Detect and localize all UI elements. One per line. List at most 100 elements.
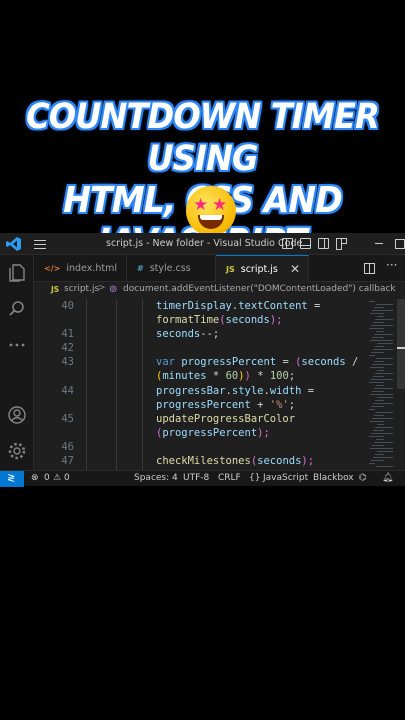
js-file-icon: JS bbox=[51, 285, 60, 294]
language-mode-status[interactable]: JavaScript bbox=[263, 473, 308, 483]
code-line[interactable]: formatTime(seconds); bbox=[156, 314, 282, 326]
minimap-line bbox=[370, 448, 393, 449]
indentation-status[interactable]: Spaces: 4 bbox=[134, 473, 178, 483]
blackbox-extension-status[interactable]: Blackbox bbox=[313, 473, 354, 483]
breadcrumb: JS script.js > ⊚ document.addEventListen… bbox=[34, 282, 405, 299]
more-views-icon[interactable] bbox=[7, 335, 27, 355]
code-token: ); bbox=[269, 314, 283, 326]
toggle-primary-sidebar-icon[interactable] bbox=[282, 238, 293, 249]
code-line[interactable]: updateProgressBarColor bbox=[156, 413, 295, 425]
star-struck-emoji-icon: ★ ★ bbox=[186, 186, 236, 236]
error-count[interactable]: 0 bbox=[44, 473, 50, 483]
search-icon[interactable] bbox=[7, 299, 27, 319]
settings-gear-icon[interactable] bbox=[7, 441, 27, 461]
customize-layout-icon[interactable] bbox=[336, 238, 347, 250]
code-line[interactable]: seconds--; bbox=[156, 328, 219, 340]
minimap-line bbox=[376, 385, 384, 386]
minimap-line bbox=[377, 316, 384, 317]
code-line[interactable]: progressBar.style.width = bbox=[156, 385, 314, 397]
code-line[interactable]: progressPercent + '%'; bbox=[156, 399, 295, 411]
code-token: progressPercent bbox=[162, 427, 258, 439]
minimap-line bbox=[369, 328, 384, 329]
tab-label: style.css bbox=[149, 263, 191, 274]
maximize-window-icon[interactable] bbox=[395, 239, 405, 249]
code-line[interactable]: (minutes * 60)) * 100; bbox=[156, 370, 295, 382]
minimap-line bbox=[371, 352, 384, 353]
code-line[interactable]: checkMilestones(seconds); bbox=[156, 455, 314, 467]
tab-label: script.js bbox=[240, 263, 278, 275]
breadcrumb-symbol[interactable]: document.addEventListener("DOMContentLoa… bbox=[123, 284, 396, 294]
code-token: seconds bbox=[225, 314, 270, 326]
warning-count[interactable]: 0 bbox=[64, 473, 70, 483]
code-token: '%' bbox=[269, 399, 289, 411]
minimap-line bbox=[376, 331, 384, 332]
code-token: = bbox=[307, 300, 321, 312]
minimap-line bbox=[372, 337, 384, 338]
code-line[interactable]: (progressPercent); bbox=[156, 427, 270, 439]
code-editor[interactable]: 40 41 42 43 44 45 46 47 timerDisplay.textConten… bbox=[34, 299, 405, 470]
minimap-line bbox=[375, 454, 384, 455]
copilot-icon[interactable]: ⌬ bbox=[359, 473, 367, 483]
minimap-line bbox=[374, 334, 393, 335]
code-token: * bbox=[206, 370, 226, 382]
chevron-right-icon: > bbox=[98, 283, 106, 293]
line-number: 43 bbox=[61, 356, 74, 368]
minimap-line bbox=[372, 418, 393, 419]
account-icon[interactable] bbox=[7, 405, 27, 425]
indent-guide bbox=[142, 299, 143, 470]
code-token: style bbox=[231, 385, 264, 397]
activity-bar bbox=[0, 255, 34, 470]
vertical-scrollbar[interactable] bbox=[397, 299, 405, 389]
minimap-line bbox=[369, 409, 375, 410]
error-icon[interactable]: ⊗ bbox=[31, 473, 39, 483]
star-eye-right-icon: ★ bbox=[212, 195, 228, 215]
eol-status[interactable]: CRLF bbox=[218, 473, 241, 483]
minimap-line bbox=[377, 451, 393, 452]
minimap-line bbox=[375, 427, 393, 428]
minimap-line bbox=[375, 400, 384, 401]
tab-script-js[interactable]: JS script.js ✕ bbox=[216, 255, 309, 282]
code-token: progressPercent bbox=[156, 399, 251, 411]
minimize-window-icon[interactable] bbox=[375, 243, 383, 244]
code-line[interactable]: var progressPercent = (seconds / bbox=[156, 356, 358, 368]
remote-indicator-icon[interactable] bbox=[0, 471, 24, 487]
code-token: var bbox=[156, 356, 175, 368]
menu-hamburger-icon[interactable] bbox=[34, 240, 46, 249]
minimap-line bbox=[373, 430, 384, 431]
code-token: seconds bbox=[156, 328, 201, 340]
minimap-line bbox=[373, 376, 384, 377]
title-bar: script.js - New folder - Visual Studio C… bbox=[0, 233, 405, 255]
more-actions-icon[interactable]: ··· bbox=[386, 258, 397, 272]
minimap-line bbox=[376, 412, 393, 413]
layout-controls bbox=[282, 238, 347, 250]
close-tab-icon[interactable]: ✕ bbox=[290, 262, 300, 276]
code-token: progressPercent bbox=[181, 356, 277, 368]
minimap[interactable] bbox=[367, 299, 397, 470]
line-number: 41 bbox=[61, 328, 74, 340]
breadcrumb-file[interactable]: script.js bbox=[64, 284, 99, 294]
line-number: 44 bbox=[61, 385, 74, 397]
code-token: seconds bbox=[257, 455, 302, 467]
code-token: 100 bbox=[269, 370, 289, 382]
toggle-secondary-sidebar-icon[interactable] bbox=[318, 238, 329, 249]
split-editor-icon[interactable] bbox=[364, 263, 375, 274]
line-number: 45 bbox=[61, 413, 74, 425]
encoding-status[interactable]: UTF-8 bbox=[183, 473, 209, 483]
tab-index-html[interactable]: </> index.html bbox=[34, 255, 127, 282]
code-token: = bbox=[301, 385, 315, 397]
minimap-line bbox=[374, 442, 393, 443]
function-symbol-icon: ⊚ bbox=[109, 284, 118, 295]
notifications-bell-icon[interactable]: 🔔︎ bbox=[382, 473, 393, 483]
minimap-line bbox=[371, 406, 384, 407]
editor-tabs: </> index.html # style.css JS script.js … bbox=[34, 255, 405, 282]
tab-style-css[interactable]: # style.css bbox=[127, 255, 216, 282]
code-line[interactable]: timerDisplay.textContent = bbox=[156, 300, 320, 312]
minimap-line bbox=[369, 436, 384, 437]
warning-icon[interactable]: ⚠ bbox=[53, 473, 61, 483]
code-token: width bbox=[269, 385, 302, 397]
toggle-panel-icon[interactable] bbox=[300, 238, 311, 249]
code-token: ; bbox=[288, 370, 296, 382]
explorer-icon[interactable] bbox=[7, 263, 27, 283]
vscode-logo-icon[interactable] bbox=[6, 237, 21, 251]
tab-label: index.html bbox=[66, 263, 117, 274]
